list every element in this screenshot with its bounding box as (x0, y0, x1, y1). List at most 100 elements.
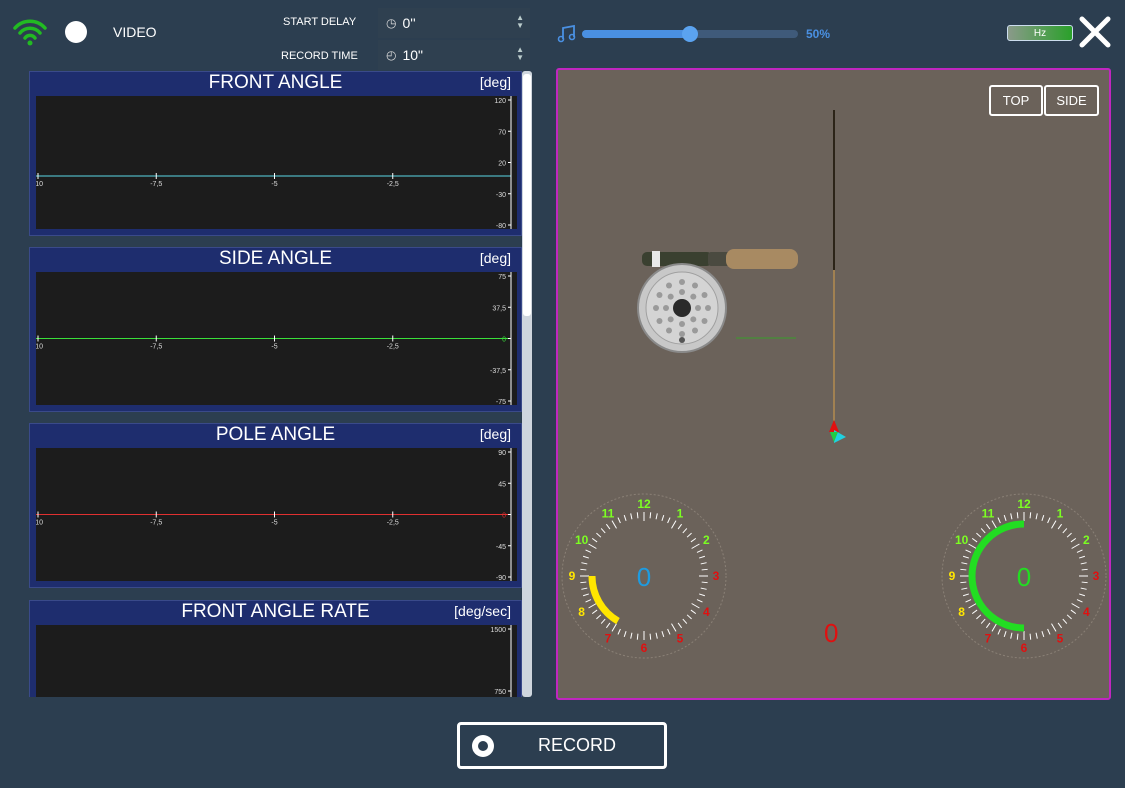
dial-tick (655, 632, 658, 639)
dial-tick (677, 622, 683, 629)
dial-tick (605, 622, 611, 629)
dial-tick (655, 513, 658, 520)
plot-area: 75 37,5 0 -37,5 -75 -10 -7,5 -5 -2,5 (36, 272, 517, 405)
dial-hour-label: 1 (677, 507, 684, 521)
x-tick-label: -7,5 (150, 520, 162, 527)
dial-tick (1079, 593, 1086, 597)
dial-tick (1066, 532, 1072, 538)
clock-icon: ◴ (386, 48, 397, 62)
video-toggle[interactable] (65, 21, 87, 43)
dial-tick (671, 623, 677, 632)
dial-tick (591, 537, 598, 543)
volume-percent: 50% (806, 27, 831, 41)
dial-tick (611, 520, 617, 529)
record-time-label: RECORD TIME (281, 50, 358, 62)
dial-tick (1029, 512, 1032, 519)
dial-hour-label: 7 (985, 631, 992, 645)
record-time-select[interactable]: ◴ 10" ▲ ▼ (378, 40, 530, 70)
dial-tick (649, 633, 652, 640)
dial-tick (961, 587, 968, 590)
dial-tick (623, 514, 627, 521)
graph-side-angle: SIDE ANGLE [deg] 75 37,5 0 -37,5 -75 -10 -7,5 -… (29, 247, 522, 412)
dial-tick (596, 532, 602, 538)
dial-tick (1035, 632, 1038, 639)
dial-tick (690, 609, 697, 615)
close-icon[interactable] (1077, 14, 1113, 50)
y-tick-label: 90 (498, 450, 506, 457)
dial-hour-label: 9 (569, 569, 576, 583)
y-tick-label: 1500 (490, 627, 506, 634)
dial-tick (968, 543, 977, 549)
dial-tick (591, 609, 598, 615)
x-tick-label: -5 (271, 520, 277, 527)
rod-handle (642, 249, 798, 269)
x-tick-label: -2,5 (387, 181, 399, 188)
dial-hour-label: 8 (958, 605, 965, 619)
dial-tick (980, 528, 986, 534)
x-tick-label: -7,5 (150, 344, 162, 351)
dial-tick (696, 599, 703, 603)
timer-icon: ◷ (386, 16, 397, 30)
stepper-arrows-icon[interactable]: ▲ ▼ (516, 46, 524, 62)
x-tick-label: -2,5 (387, 344, 399, 351)
x-tick-label: -10 (36, 181, 43, 188)
dial-tick (630, 513, 633, 520)
dial-tick (636, 633, 639, 640)
dial-hour-label: 12 (637, 497, 651, 511)
y-tick-label: 37,5 (492, 305, 506, 312)
y-tick-label: -75 (496, 399, 506, 405)
dial-hour-label: 11 (602, 507, 615, 521)
volume-slider-handle[interactable] (682, 26, 698, 42)
plot-area: 120 70 20 -30 -80 -10 -7,5 -5 -2,5 (36, 96, 517, 229)
x-tick-label: -7,5 (150, 181, 162, 188)
x-tick-label: -5 (271, 344, 277, 351)
dial-hour-label: 12 (1017, 497, 1031, 511)
dial-tick (582, 593, 589, 597)
start-delay-select[interactable]: ◷ 0'' ▲ ▼ (378, 8, 530, 38)
dial-tick (1029, 633, 1032, 640)
dial-tick (1079, 555, 1086, 559)
dial-tick (1016, 633, 1019, 640)
record-button[interactable]: RECORD (457, 722, 667, 769)
dial-hour-label: 6 (641, 641, 648, 655)
dial-tick (962, 555, 969, 559)
dial-hour-label: 2 (703, 533, 710, 547)
dial-tick (1066, 614, 1072, 620)
dial-tick (671, 520, 677, 529)
dial-hour-label: 2 (1083, 533, 1090, 547)
dial-value: 0 (1017, 562, 1031, 592)
dial-tick (661, 514, 665, 521)
graph-scrollbar-thumb[interactable] (523, 74, 531, 316)
dial-tick (960, 568, 967, 571)
dial-arc (588, 575, 620, 625)
graph-list[interactable]: FRONT ANGLE [deg] 120 70 20 -30 -80 -10 -7,5 -5… (29, 71, 532, 697)
dial-tick (1041, 631, 1045, 638)
dial-tick (965, 599, 972, 603)
dial-hour-label: 5 (1057, 631, 1064, 645)
dial-tick (985, 622, 991, 629)
dial-hour-label: 10 (575, 533, 589, 547)
y-tick-label: -30 (496, 192, 506, 199)
dial-tick (997, 517, 1001, 524)
dial-tick (682, 618, 688, 624)
dial-tick (677, 523, 683, 530)
dial-tick (636, 512, 639, 519)
dial-tick (611, 623, 617, 632)
dial-hour-label: 9 (949, 569, 956, 583)
dial-tick (630, 632, 633, 639)
graph-unit: [deg] (479, 250, 511, 266)
dial-tick (588, 603, 597, 609)
dial-tick (1003, 514, 1007, 521)
dial-tick (1070, 609, 1077, 615)
dial-tick (1051, 520, 1057, 529)
3d-viewport[interactable]: TOP SIDE 12 1 2 3 4 5 6 7 8 9 10 11 0 12 1 2 3 4 5 6 7 8 9 10 1… (556, 68, 1111, 700)
stepper-arrows-icon[interactable]: ▲ ▼ (516, 14, 524, 30)
hz-indicator[interactable]: Hz (1007, 25, 1073, 41)
graph-unit: [deg/sec] (454, 603, 511, 619)
x-tick-label: -2,5 (387, 520, 399, 527)
dial-hour-label: 4 (1083, 605, 1090, 619)
plot-area: 15007500-10-7,5-5-2,5 (36, 625, 517, 697)
dial-tick (971, 609, 978, 615)
dial-hour-label: 5 (677, 631, 684, 645)
dial-tick (1057, 622, 1063, 629)
